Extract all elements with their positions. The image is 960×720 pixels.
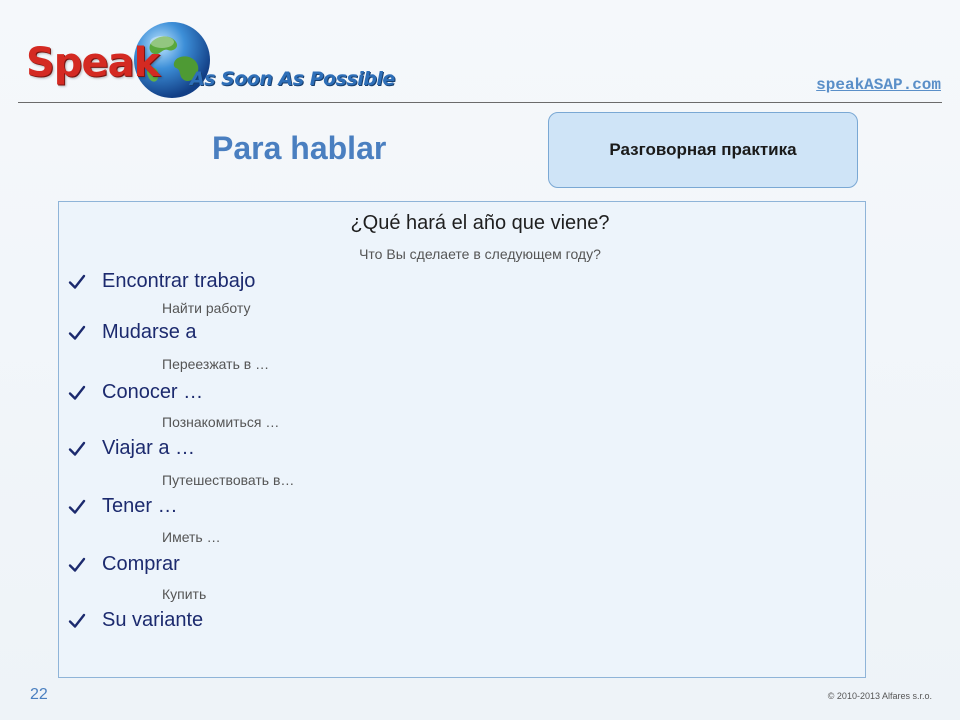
page-title: Para hablar (212, 130, 387, 166)
topic-badge: Разговорная практика (548, 112, 858, 188)
list-item: Viajar a … (68, 437, 195, 460)
copyright: © 2010-2013 Alfares s.r.o. (827, 691, 932, 701)
item-label: Su variante (102, 609, 204, 631)
item-label: Tener … (102, 495, 178, 517)
check-icon (68, 557, 86, 572)
list-item: Encontrar trabajo (68, 270, 255, 293)
check-icon (68, 325, 86, 340)
list-item: Tener … (68, 495, 178, 518)
list-item: Comprar (68, 553, 180, 576)
check-icon (68, 613, 86, 628)
item-translation: Найти работу (162, 300, 251, 316)
item-translation: Купить (162, 586, 207, 602)
question-text: ¿Qué hará el año que viene? (350, 212, 610, 234)
item-label: Viajar a … (102, 437, 196, 459)
item-translation: Путешествовать в… (162, 472, 295, 488)
item-label: Conocer … (102, 381, 204, 403)
item-translation: Переезжать в … (162, 356, 270, 372)
question-translation: Что Вы сделаете в следующем году? (359, 246, 601, 262)
item-label: Encontrar trabajo (102, 270, 256, 292)
check-icon (68, 385, 86, 400)
logo-speak-text: Speak (26, 40, 160, 86)
list-item: Su variante (68, 609, 203, 632)
item-label: Comprar (102, 553, 180, 575)
check-icon (68, 274, 86, 289)
logo-tagline: As Soon As Possible (190, 68, 395, 90)
check-icon (68, 441, 86, 456)
site-link[interactable]: speakASAP.com (816, 76, 941, 94)
item-translation: Иметь … (162, 529, 221, 545)
list-item: Mudarse a (68, 321, 197, 344)
item-translation: Познакомиться … (162, 414, 280, 430)
check-icon (68, 499, 86, 514)
header-divider (18, 102, 942, 103)
logo: Speak As Soon As Possible (22, 18, 395, 102)
list-item: Conocer … (68, 381, 203, 404)
item-label: Mudarse a (102, 321, 197, 343)
slide-number: 22 (30, 686, 48, 703)
